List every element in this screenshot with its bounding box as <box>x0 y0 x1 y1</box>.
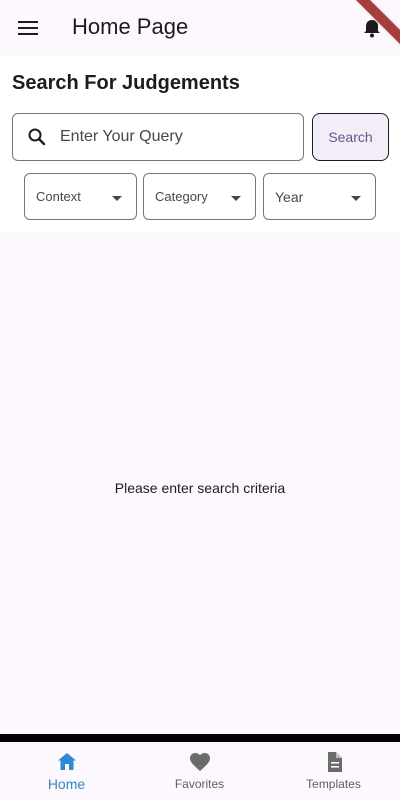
bottom-divider <box>0 734 400 742</box>
page-title: Home Page <box>72 14 189 39</box>
document-icon <box>322 750 346 774</box>
app-bar: Home Page <box>0 0 400 56</box>
context-dropdown-label: Context <box>36 189 81 204</box>
menu-icon[interactable] <box>16 16 40 40</box>
search-input[interactable] <box>60 114 300 160</box>
debug-banner <box>340 0 400 60</box>
year-dropdown-label: Year <box>275 189 304 205</box>
search-panel: Search For Judgements Search Context Cat… <box>0 56 400 232</box>
search-heading: Search For Judgements <box>12 72 240 94</box>
nav-label-favorites: Favorites <box>174 777 225 791</box>
year-dropdown[interactable]: Year <box>263 173 376 220</box>
dropdown-arrow-icon <box>229 191 243 205</box>
context-dropdown[interactable]: Context <box>24 173 137 220</box>
search-icon <box>27 127 47 147</box>
empty-state-message: Please enter search criteria <box>114 480 286 496</box>
dropdown-arrow-icon <box>110 191 124 205</box>
category-dropdown[interactable]: Category <box>143 173 256 220</box>
heart-icon <box>188 750 212 774</box>
category-dropdown-label: Category <box>155 189 208 204</box>
search-button[interactable]: Search <box>312 113 389 161</box>
search-field[interactable] <box>12 113 304 161</box>
nav-label-home: Home <box>47 776 86 792</box>
nav-label-templates: Templates <box>306 777 361 791</box>
bottom-navigation: Home Favorites Templates <box>0 742 400 800</box>
home-icon <box>55 750 79 774</box>
nav-item-favorites[interactable]: Favorites <box>133 742 266 800</box>
dropdown-arrow-icon <box>349 191 363 205</box>
nav-item-home[interactable]: Home <box>0 742 133 800</box>
nav-item-templates[interactable]: Templates <box>267 742 400 800</box>
